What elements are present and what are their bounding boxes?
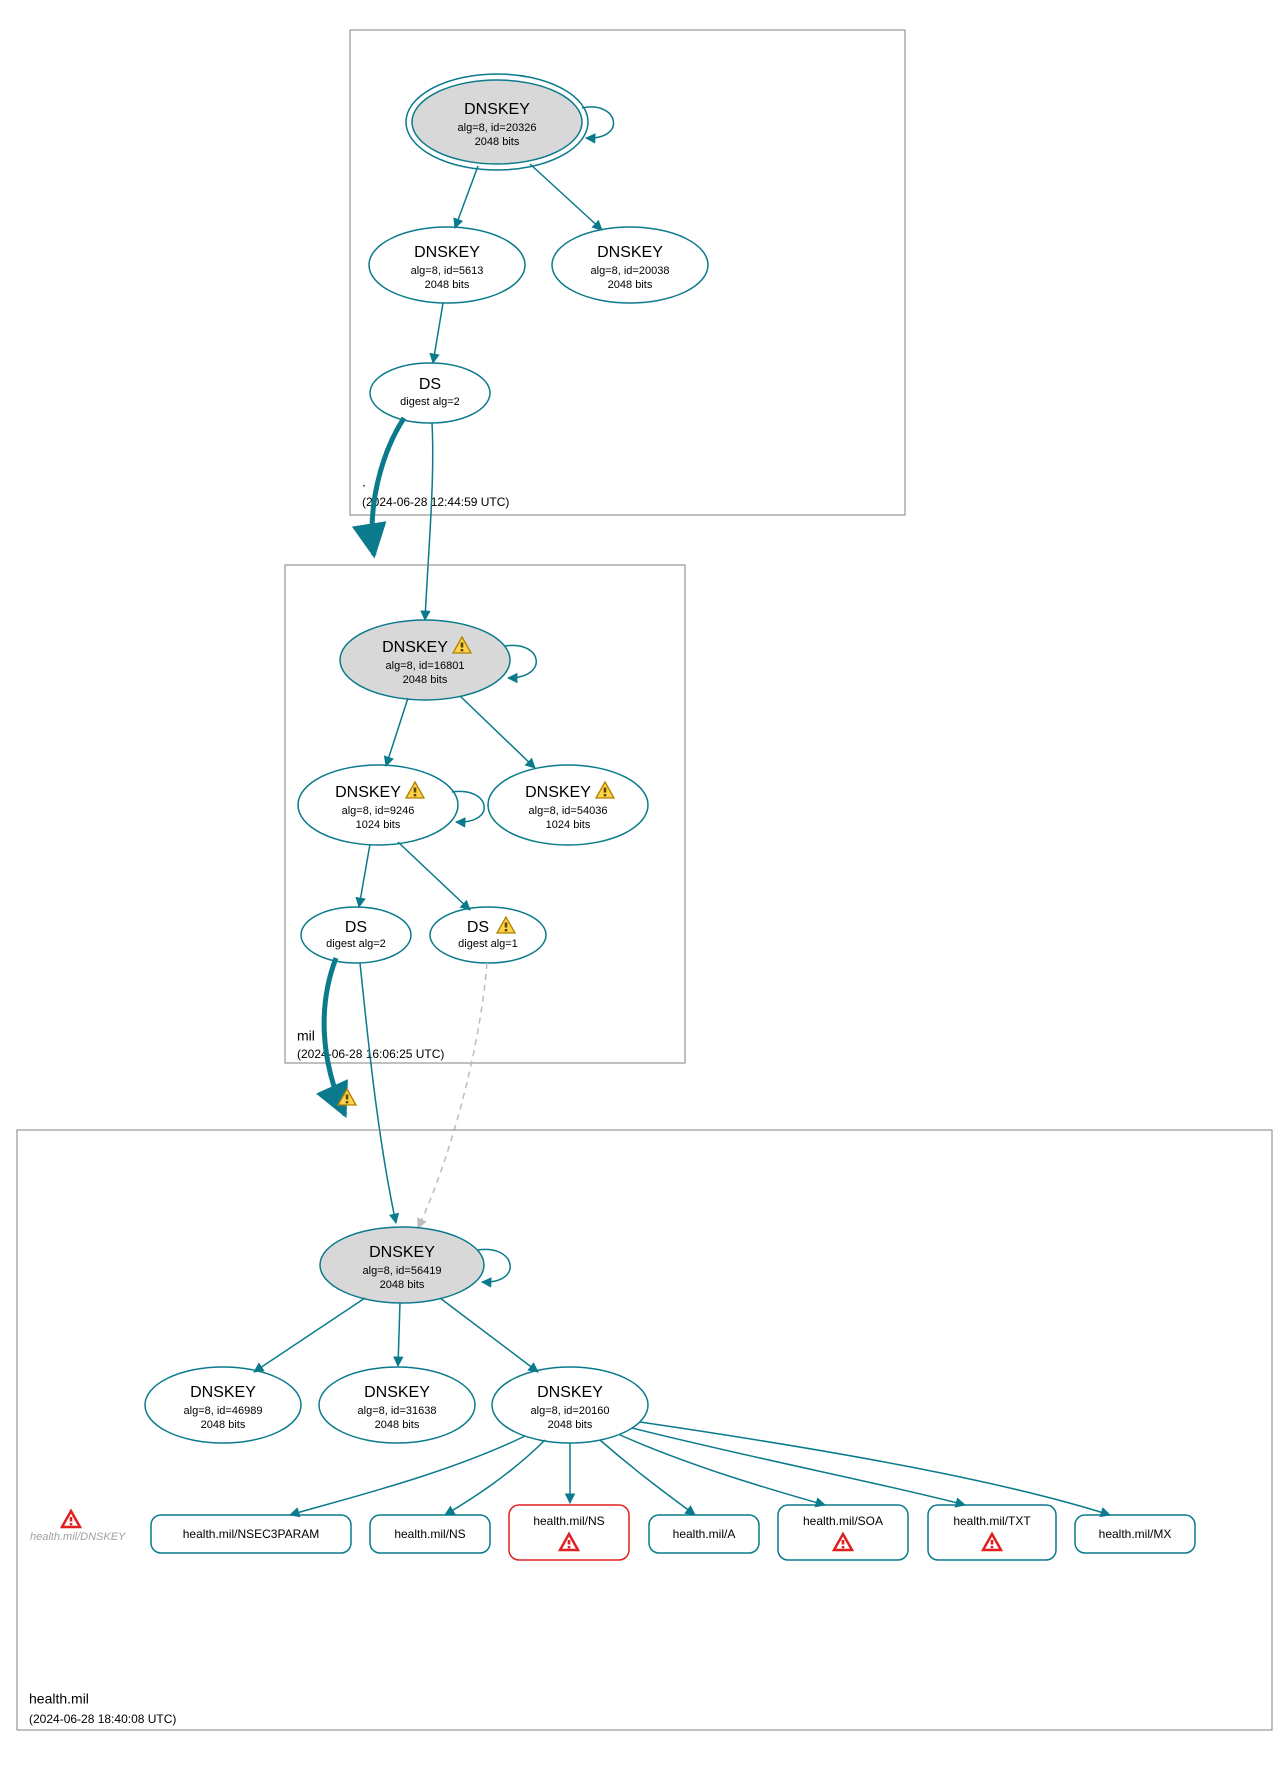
- edge-milds1-hksk: [360, 963, 396, 1223]
- node-root-zsk2[interactable]: DNSKEY alg=8, id=20038 2048 bits: [552, 227, 708, 303]
- edge-z3-mx: [640, 1422, 1110, 1515]
- svg-text:2048 bits: 2048 bits: [375, 1419, 420, 1431]
- rrset-soa[interactable]: health.mil/SOA: [778, 1505, 908, 1560]
- dnssec-graph: . (2024-06-28 12:44:59 UTC) DNSKEY alg=8…: [0, 0, 1288, 1766]
- edge-hksk-z3: [440, 1298, 538, 1372]
- node-mil-ksk[interactable]: DNSKEY alg=8, id=16801 2048 bits: [340, 620, 510, 700]
- svg-text:health.mil/TXT: health.mil/TXT: [953, 1514, 1031, 1528]
- node-health-z2[interactable]: DNSKEY alg=8, id=31638 2048 bits: [319, 1367, 475, 1443]
- error-icon: [62, 1511, 80, 1527]
- svg-text:health.mil/DNSKEY: health.mil/DNSKEY: [30, 1531, 126, 1543]
- svg-text:alg=8, id=31638: alg=8, id=31638: [358, 1405, 437, 1417]
- svg-text:digest alg=2: digest alg=2: [326, 938, 386, 950]
- svg-text:health.mil/NS: health.mil/NS: [394, 1527, 465, 1541]
- edge-milzsk1-ds1: [359, 844, 370, 907]
- svg-text:health.mil/MX: health.mil/MX: [1099, 1527, 1172, 1541]
- svg-text:health.mil/NSEC3PARAM: health.mil/NSEC3PARAM: [183, 1527, 320, 1541]
- svg-text:alg=8, id=9246: alg=8, id=9246: [342, 805, 415, 817]
- svg-text:2048 bits: 2048 bits: [201, 1419, 246, 1431]
- svg-text:DNSKEY: DNSKEY: [364, 1384, 430, 1401]
- node-root-zsk1[interactable]: DNSKEY alg=8, id=5613 2048 bits: [369, 227, 525, 303]
- edge-milds2-hksk-dashed: [418, 963, 487, 1228]
- svg-text:alg=8, id=16801: alg=8, id=16801: [386, 660, 465, 672]
- svg-text:DS: DS: [467, 919, 489, 936]
- rrset-a[interactable]: health.mil/A: [649, 1515, 759, 1553]
- edge-z3-nsec3: [290, 1436, 525, 1515]
- zone-root-ts: (2024-06-28 12:44:59 UTC): [362, 495, 509, 509]
- edge-rootksk-zsk1: [455, 166, 478, 228]
- node-health-z1[interactable]: DNSKEY alg=8, id=46989 2048 bits: [145, 1367, 301, 1443]
- warning-icon: [338, 1089, 356, 1105]
- edge-z3-txt: [632, 1428, 965, 1505]
- rrset-ns2[interactable]: health.mil/NS: [509, 1505, 629, 1560]
- svg-text:2048 bits: 2048 bits: [403, 674, 448, 686]
- svg-text:digest alg=1: digest alg=1: [458, 938, 518, 950]
- svg-text:DNSKEY: DNSKEY: [369, 1244, 435, 1261]
- svg-text:digest alg=2: digest alg=2: [400, 396, 460, 408]
- edge-z3-ns1: [445, 1440, 545, 1515]
- svg-text:DNSKEY: DNSKEY: [537, 1384, 603, 1401]
- svg-text:alg=8, id=54036: alg=8, id=54036: [529, 805, 608, 817]
- node-health-ksk[interactable]: DNSKEY alg=8, id=56419 2048 bits: [320, 1227, 484, 1303]
- svg-text:DNSKEY: DNSKEY: [382, 639, 448, 656]
- svg-text:alg=8, id=20160: alg=8, id=20160: [531, 1405, 610, 1417]
- edge-delegation-mil-health: [324, 958, 345, 1115]
- svg-text:alg=8, id=20326: alg=8, id=20326: [458, 122, 537, 134]
- zone-health-ts: (2024-06-28 18:40:08 UTC): [29, 1712, 176, 1726]
- node-orphan-dnskey[interactable]: health.mil/DNSKEY: [30, 1511, 126, 1543]
- zone-mil-name: mil: [297, 1028, 315, 1044]
- edge-hksk-z1: [254, 1298, 365, 1372]
- svg-text:DNSKEY: DNSKEY: [414, 244, 480, 261]
- zone-health-name: health.mil: [29, 1691, 89, 1707]
- edge-hksk-z2: [398, 1303, 400, 1366]
- zone-root-name: .: [362, 474, 366, 490]
- node-health-z3[interactable]: DNSKEY alg=8, id=20160 2048 bits: [492, 1367, 648, 1443]
- edge-rootksk-zsk2: [530, 164, 602, 230]
- svg-text:health.mil/A: health.mil/A: [673, 1527, 736, 1541]
- node-mil-ds2[interactable]: DS digest alg=1: [430, 907, 546, 963]
- rrset-ns1[interactable]: health.mil/NS: [370, 1515, 490, 1553]
- svg-text:alg=8, id=5613: alg=8, id=5613: [411, 265, 484, 277]
- node-mil-ds1[interactable]: DS digest alg=2: [301, 907, 411, 963]
- svg-text:alg=8, id=56419: alg=8, id=56419: [363, 1265, 442, 1277]
- rrset-mx[interactable]: health.mil/MX: [1075, 1515, 1195, 1553]
- node-mil-zsk2[interactable]: DNSKEY alg=8, id=54036 1024 bits: [488, 765, 648, 845]
- self-loop-root-ksk: [582, 107, 613, 138]
- svg-text:2048 bits: 2048 bits: [608, 279, 653, 291]
- svg-text:2048 bits: 2048 bits: [548, 1419, 593, 1431]
- svg-text:health.mil/NS: health.mil/NS: [533, 1514, 604, 1528]
- svg-text:DNSKEY: DNSKEY: [525, 784, 591, 801]
- svg-text:DNSKEY: DNSKEY: [597, 244, 663, 261]
- svg-text:1024 bits: 1024 bits: [546, 819, 591, 831]
- svg-text:2048 bits: 2048 bits: [380, 1279, 425, 1291]
- edge-milksk-zsk2: [460, 696, 535, 768]
- svg-text:alg=8, id=20038: alg=8, id=20038: [591, 265, 670, 277]
- edge-milzsk1-ds2: [398, 842, 470, 910]
- svg-text:2048 bits: 2048 bits: [475, 136, 520, 148]
- svg-text:alg=8, id=46989: alg=8, id=46989: [184, 1405, 263, 1417]
- edge-rootzsk1-ds: [433, 303, 443, 363]
- svg-text:DS: DS: [419, 376, 441, 393]
- rrset-txt[interactable]: health.mil/TXT: [928, 1505, 1056, 1560]
- svg-text:DNSKEY: DNSKEY: [335, 784, 401, 801]
- svg-text:DNSKEY: DNSKEY: [190, 1384, 256, 1401]
- node-root-ksk[interactable]: DNSKEY alg=8, id=20326 2048 bits: [406, 74, 588, 170]
- edge-delegation-root-mil: [372, 418, 404, 555]
- edge-rootds-milksk: [425, 423, 433, 620]
- edge-milksk-zsk1: [386, 698, 408, 766]
- svg-text:DNSKEY: DNSKEY: [464, 101, 530, 118]
- node-mil-zsk1[interactable]: DNSKEY alg=8, id=9246 1024 bits: [298, 765, 458, 845]
- node-root-ds[interactable]: DS digest alg=2: [370, 363, 490, 423]
- edge-z3-a: [600, 1440, 695, 1515]
- rrset-nsec3param[interactable]: health.mil/NSEC3PARAM: [151, 1515, 351, 1553]
- svg-text:health.mil/SOA: health.mil/SOA: [803, 1514, 883, 1528]
- svg-text:DS: DS: [345, 919, 367, 936]
- svg-text:2048 bits: 2048 bits: [425, 279, 470, 291]
- svg-text:1024 bits: 1024 bits: [356, 819, 401, 831]
